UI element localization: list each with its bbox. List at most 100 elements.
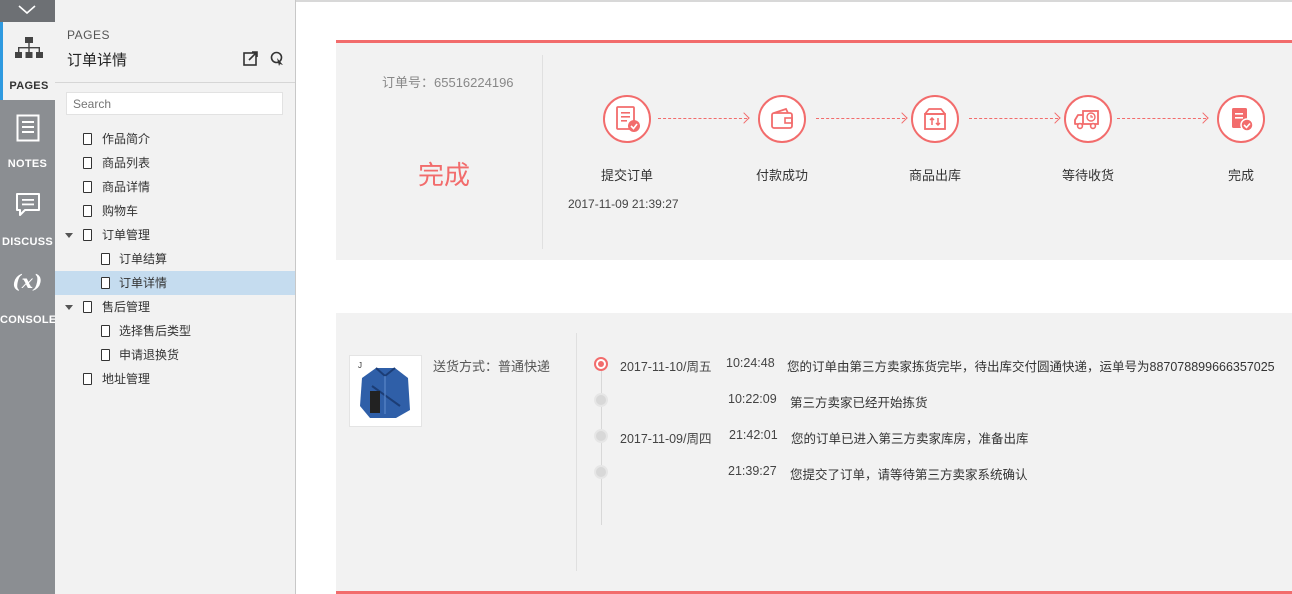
- tree-item-label: 售后管理: [102, 300, 151, 314]
- rail-tab-console-label: CONSOLE: [0, 314, 57, 326]
- timeline-time: 10:22:09: [728, 392, 777, 406]
- chevron-down-icon: [18, 5, 36, 15]
- panel-divider: [55, 82, 295, 83]
- locate-icon[interactable]: [270, 51, 285, 71]
- tree-item-label: 申请退换货: [119, 348, 180, 362]
- page-tree: 作品简介 商品列表 商品详情 购物车 订单管理 订单结算 订单详情 售后管理 选…: [55, 127, 295, 391]
- rail-tab-discuss-label: DISCUSS: [2, 236, 53, 248]
- page-icon: [101, 325, 110, 337]
- page-title: 订单详情: [67, 52, 128, 69]
- tree-item-label: 商品详情: [102, 180, 151, 194]
- divider: [542, 55, 543, 249]
- tree-item-label: 订单详情: [119, 276, 168, 290]
- tree-item-订单管理[interactable]: 订单管理: [55, 223, 295, 247]
- order-progress-card: 订单号：65516224196 完成 提交订单 付款成功 商品出库 等待收货 完…: [336, 40, 1292, 260]
- discuss-icon: [15, 193, 40, 216]
- timeline-dot: [594, 429, 608, 443]
- timeline-date: 2017-11-10/周五: [620, 360, 712, 374]
- rail-tab-pages-label: PAGES: [9, 80, 49, 92]
- rail-tab-pages[interactable]: PAGES: [0, 22, 55, 100]
- timeline-message: 您提交了订单，请等待第三方卖家系统确认: [790, 468, 1028, 482]
- timeline-time: 21:42:01: [729, 428, 778, 442]
- timeline-message: 您的订单已进入第三方卖家库房，准备出库: [791, 432, 1029, 446]
- tree-item-申请退换货[interactable]: 申请退换货: [55, 343, 295, 367]
- timeline-message: 第三方卖家已经开始拣货: [790, 396, 928, 410]
- expand-caret-icon[interactable]: [65, 233, 73, 238]
- timeline-message: 您的订单由第三方卖家拣货完毕，待出库交付圆通快递，运单号为88707889966…: [787, 360, 1275, 374]
- step-timestamp: 2017-11-09 21:39:27: [568, 197, 679, 211]
- timeline-date: 2017-11-09/周四: [620, 432, 712, 446]
- search-input[interactable]: [66, 92, 283, 115]
- step-label: 商品出库: [908, 168, 961, 183]
- tree-item-label: 购物车: [102, 204, 139, 218]
- step-awaiting-receipt: 等待收货: [1038, 95, 1138, 184]
- rail-tab-notes-label: NOTES: [7, 158, 48, 170]
- order-form-icon: [616, 106, 640, 132]
- canvas-top-border: [296, 0, 1292, 2]
- console-icon: (x): [12, 271, 43, 293]
- tree-item-售后管理[interactable]: 售后管理: [55, 295, 295, 319]
- tree-item-label: 商品列表: [102, 156, 151, 170]
- page-icon: [83, 157, 92, 169]
- pages-panel: PAGES 订单详情 作品简介 商品列表 商品详情 购物车: [55, 0, 296, 594]
- page-icon: [83, 301, 92, 313]
- notes-icon: [16, 114, 39, 142]
- page-icon: [101, 253, 110, 265]
- svg-text:J: J: [358, 361, 362, 370]
- step-submit-order: 提交订单: [577, 95, 677, 184]
- rail-tab-notes[interactable]: NOTES: [0, 100, 55, 178]
- page-icon: [83, 205, 92, 217]
- timeline-track: [601, 363, 602, 525]
- tree-item-订单详情[interactable]: 订单详情: [55, 271, 295, 295]
- tree-item-订单结算[interactable]: 订单结算: [55, 247, 295, 271]
- divider: [576, 333, 577, 571]
- collapse-toggle[interactable]: [0, 0, 55, 22]
- left-tool-rail: PAGES NOTES DISCUSS (x) CONSOLE: [0, 0, 57, 594]
- page-icon: [83, 133, 92, 145]
- product-thumbnail[interactable]: J: [349, 355, 422, 427]
- shipping-method: 送货方式：普通快递: [433, 359, 551, 374]
- page-icon: [101, 349, 110, 361]
- wallet-icon: [771, 107, 793, 129]
- tree-item-label: 地址管理: [102, 372, 151, 386]
- panel-header-sub: PAGES: [67, 28, 110, 42]
- tree-item-选择售后类型[interactable]: 选择售后类型: [55, 319, 295, 343]
- order-status: 完成: [418, 160, 471, 190]
- expand-caret-icon[interactable]: [65, 305, 73, 310]
- shipping-card: J 送货方式：普通快递 2017-11-10/周五 10:24:48 您的订单由…: [336, 313, 1292, 594]
- step-complete: 完成: [1191, 95, 1291, 184]
- step-payment-success: 付款成功: [732, 95, 832, 184]
- tree-item-商品详情[interactable]: 商品详情: [55, 175, 295, 199]
- timeline-dot: [594, 465, 608, 479]
- page-icon: [101, 277, 110, 289]
- page-icon: [83, 181, 92, 193]
- shirt-image: J: [350, 356, 421, 426]
- page-icon: [83, 373, 92, 385]
- rail-tab-discuss[interactable]: DISCUSS: [0, 178, 55, 256]
- complete-icon: [1232, 108, 1254, 132]
- order-number: 订单号：65516224196: [382, 75, 514, 90]
- timeline-time: 21:39:27: [728, 464, 777, 478]
- step-goods-outbound: 商品出库: [885, 95, 985, 184]
- step-label: 提交订单: [600, 168, 653, 183]
- step-label: 完成: [1227, 168, 1254, 183]
- timeline-time: 10:24:48: [726, 356, 775, 370]
- tree-item-地址管理[interactable]: 地址管理: [55, 367, 295, 391]
- timeline-dot-active: [594, 357, 608, 371]
- tree-item-label: 选择售后类型: [119, 324, 192, 338]
- tree-item-label: 作品简介: [102, 132, 151, 146]
- page-icon: [83, 229, 92, 241]
- tree-item-购物车[interactable]: 购物车: [55, 199, 295, 223]
- export-icon[interactable]: [242, 51, 258, 71]
- panel-tools: [235, 51, 285, 71]
- rail-tab-console[interactable]: (x) CONSOLE: [0, 256, 57, 334]
- timeline-dot: [594, 393, 608, 407]
- step-label: 等待收货: [1061, 168, 1114, 183]
- tree-item-label: 订单结算: [119, 252, 168, 266]
- step-label: 付款成功: [755, 168, 808, 183]
- sitemap-icon: [15, 37, 43, 58]
- tree-item-作品简介[interactable]: 作品简介: [55, 127, 295, 151]
- delivery-truck-icon: [1074, 110, 1099, 130]
- box-icon: [924, 108, 946, 130]
- tree-item-商品列表[interactable]: 商品列表: [55, 151, 295, 175]
